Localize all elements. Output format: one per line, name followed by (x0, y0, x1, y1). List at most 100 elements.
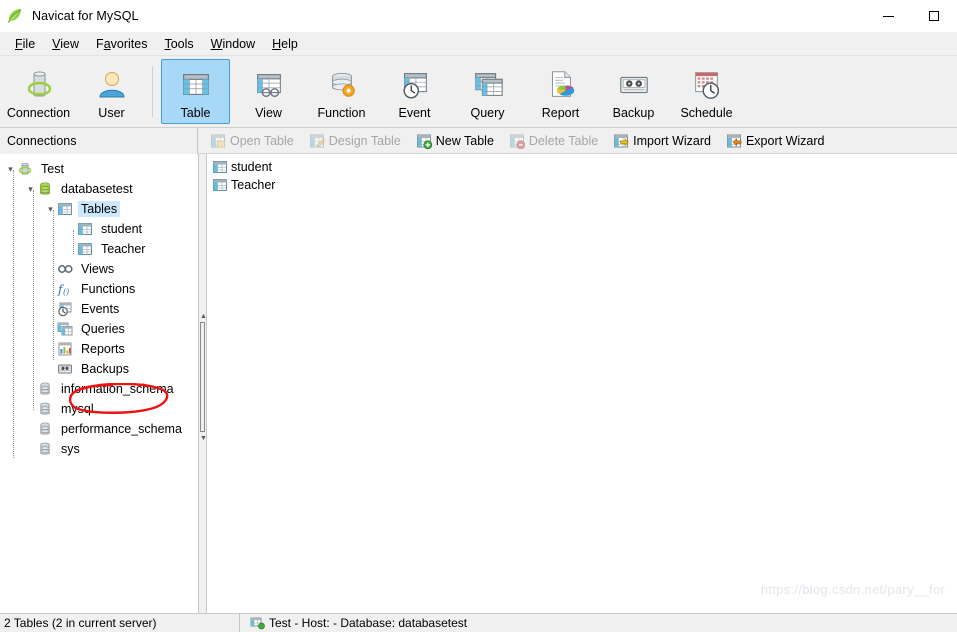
menu-bar: File View Favorites Tools Window Help (0, 32, 957, 56)
tree-label: mysql (61, 402, 94, 416)
tree-label: performance_schema (61, 422, 182, 436)
toolbar-backup-button[interactable]: Backup (599, 59, 668, 124)
tree-label: sys (61, 442, 80, 456)
delete-table-label: Delete Table (528, 133, 599, 148)
delete-table-icon (509, 133, 526, 149)
list-item-label: Teacher (231, 178, 276, 192)
tree-stub (44, 279, 57, 299)
view-icon (247, 66, 291, 104)
tree-node-views[interactable]: Views (0, 259, 198, 279)
list-item[interactable]: Teacher (212, 176, 957, 194)
tree-node-queries[interactable]: Queries (0, 319, 198, 339)
report-icon (539, 66, 583, 104)
splitter-collapse-up-icon[interactable]: ▲ (200, 312, 207, 321)
import-wizard-button[interactable]: Import Wizard (609, 131, 718, 151)
queries-icon (57, 321, 74, 337)
new-table-icon (416, 133, 432, 149)
tree-stub (24, 439, 37, 459)
splitter-handle[interactable] (200, 322, 205, 432)
toolbar-query-label: Query (470, 106, 505, 120)
tree-node-tables[interactable]: ▾ Tables (0, 199, 198, 219)
tree-label: Functions (81, 282, 136, 296)
table-item-icon (212, 159, 228, 175)
function-icon (320, 66, 364, 104)
database-icon (37, 421, 54, 437)
tree-stub (24, 379, 37, 399)
new-table-button[interactable]: New Table (412, 131, 501, 151)
tree-stub (44, 299, 57, 319)
tree-node-test[interactable]: ▾ Test (0, 159, 198, 179)
splitter-collapse-down-icon[interactable]: ▼ (200, 434, 207, 443)
import-wizard-icon (613, 133, 629, 149)
toolbar-report-button[interactable]: Report (526, 59, 595, 124)
toolbar-view-label: View (255, 106, 282, 120)
toolbar-function-button[interactable]: Function (307, 59, 376, 124)
status-bar: 2 Tables (2 in current server) Test - Ho… (0, 613, 957, 632)
user-icon (90, 66, 134, 104)
toolbar-report-label: Report (541, 106, 580, 120)
database-icon (37, 381, 54, 397)
maximize-button[interactable] (911, 0, 957, 32)
toolbar-event-label: Event (398, 106, 431, 120)
menu-file[interactable]: File (7, 35, 44, 53)
toolbar-backup-label: Backup (612, 106, 655, 120)
menu-help[interactable]: Help (264, 35, 307, 53)
tree-node-functions[interactable]: f () Functions (0, 279, 198, 299)
secondary-toolbar-row: Connections Open Table Design Table New … (0, 128, 957, 154)
event-icon (393, 66, 437, 104)
maximize-icon (929, 11, 939, 21)
toolbar-schedule-label: Schedule (680, 106, 733, 120)
chevron-down-icon[interactable]: ▾ (4, 159, 17, 179)
list-item[interactable]: student (212, 158, 957, 176)
tree-node-sys[interactable]: sys (0, 439, 198, 459)
toolbar-table-button[interactable]: Table (161, 59, 230, 124)
menu-tools[interactable]: Tools (156, 35, 202, 53)
tree-node-events[interactable]: Events (0, 299, 198, 319)
navicat-leaf-icon (6, 7, 24, 25)
chevron-down-icon[interactable]: ▾ (24, 179, 37, 199)
minimize-button[interactable] (865, 0, 911, 32)
reports-icon (57, 341, 74, 357)
tree-node-databasetest[interactable]: ▾ databasetest (0, 179, 198, 199)
tree-node-reports[interactable]: Reports (0, 339, 198, 359)
menu-favorites[interactable]: Favorites (88, 35, 156, 53)
database-icon (37, 181, 54, 197)
database-icon (37, 441, 54, 457)
pane-splitter[interactable]: ▲ ▼ (199, 154, 207, 613)
open-table-button[interactable]: Open Table (206, 131, 301, 151)
tree-label: Queries (81, 322, 125, 336)
status-connection-text: Test - Host: - Database: databasetest (269, 616, 468, 630)
tree-stub (44, 319, 57, 339)
tree-label: Tables (78, 201, 121, 217)
connections-header: Connections (0, 128, 198, 154)
schedule-icon (685, 66, 729, 104)
design-table-label: Design Table (328, 133, 401, 148)
toolbar-event-button[interactable]: Event (380, 59, 449, 124)
connection-icon (17, 66, 61, 104)
events-icon (57, 301, 74, 317)
tree-node-student[interactable]: student (0, 219, 198, 239)
export-wizard-button[interactable]: Export Wizard (722, 131, 832, 151)
toolbar-view-button[interactable]: View (234, 59, 303, 124)
tree-node-backups[interactable]: Backups (0, 359, 198, 379)
tree-node-performance-schema[interactable]: performance_schema (0, 419, 198, 439)
design-table-button[interactable]: Design Table (305, 131, 408, 151)
toolbar-schedule-button[interactable]: Schedule (672, 59, 741, 124)
tree-stub (24, 419, 37, 439)
list-item-label: student (231, 160, 273, 174)
main-body: ▾ Test ▾ databasetest ▾ Tables student T… (0, 154, 957, 613)
tree-node-teacher[interactable]: Teacher (0, 239, 198, 259)
minimize-icon (882, 15, 894, 17)
tree-node-information-schema[interactable]: information_schema (0, 379, 198, 399)
toolbar-user-button[interactable]: User (77, 59, 146, 124)
delete-table-button[interactable]: Delete Table (505, 131, 605, 151)
toolbar-query-button[interactable]: Query (453, 59, 522, 124)
menu-view[interactable]: View (44, 35, 88, 53)
export-wizard-icon (726, 133, 742, 149)
chevron-down-icon[interactable]: ▾ (44, 199, 57, 219)
tree-label: Events (81, 302, 120, 316)
tree-node-mysql[interactable]: mysql (0, 399, 198, 419)
toolbar-separator (152, 66, 153, 117)
toolbar-connection-button[interactable]: Connection (4, 59, 73, 124)
menu-window[interactable]: Window (203, 35, 264, 53)
